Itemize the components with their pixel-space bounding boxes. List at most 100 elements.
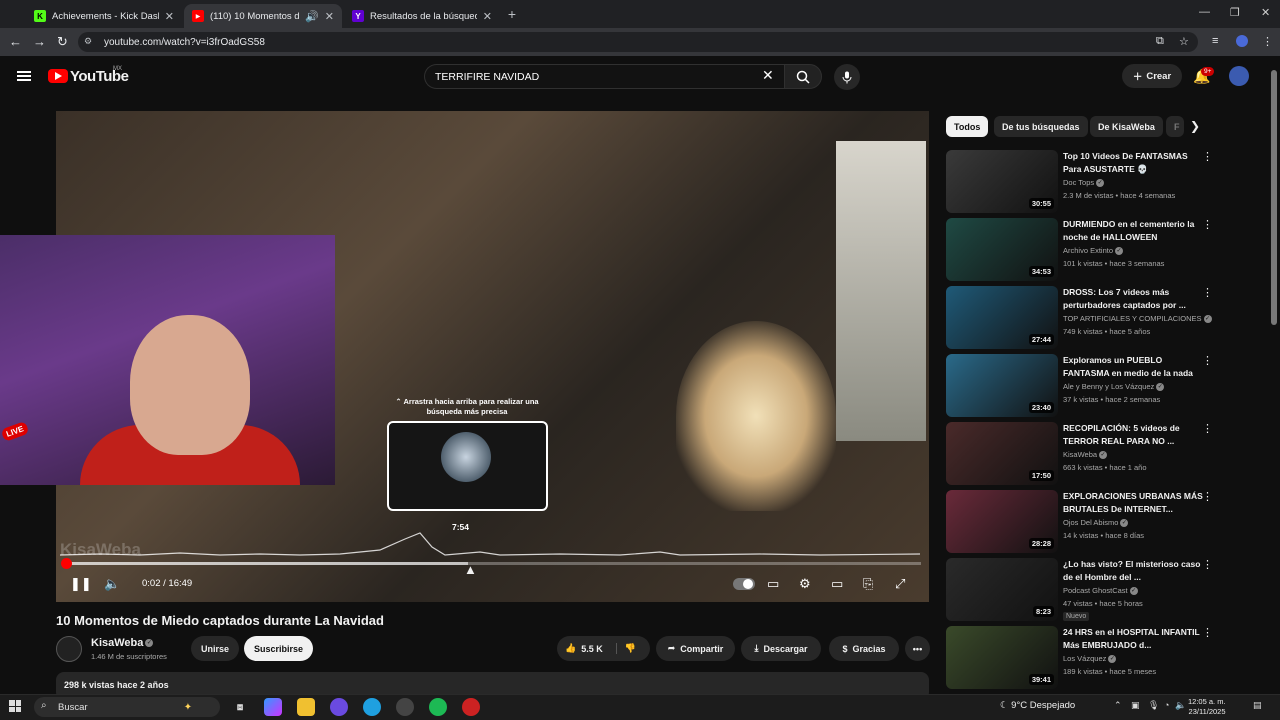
video-thumbnail[interactable]: 30:55: [946, 150, 1058, 213]
join-button[interactable]: Unirse: [191, 636, 239, 661]
recommended-video[interactable]: 30:55 Top 10 Videos De FANTASMAS Para ASU…: [946, 150, 1266, 214]
more-options-icon[interactable]: ⋮: [1202, 218, 1213, 231]
more-options-icon[interactable]: ⋮: [1202, 626, 1213, 639]
recommended-video[interactable]: 28:28 EXPLORACIONES URBANAS MÁS BRUTALES …: [946, 490, 1266, 554]
recommended-channel[interactable]: Podcast GhostCast ✓: [1063, 586, 1138, 596]
recommended-title[interactable]: 24 HRS en el HOSPITAL INFANTIL Más EMBRU…: [1063, 626, 1203, 652]
audio-icon[interactable]: 🔊: [305, 10, 319, 23]
notification-center-icon[interactable]: ▤: [1253, 700, 1262, 711]
recommended-title[interactable]: DROSS: Los 7 videos más perturbadores ca…: [1063, 286, 1203, 312]
recommended-channel[interactable]: Archivo Extinto ✓: [1063, 246, 1124, 256]
edge-icon[interactable]: [363, 698, 381, 716]
autoplay-toggle[interactable]: [733, 578, 755, 590]
copilot-icon[interactable]: [264, 698, 282, 716]
recommended-video[interactable]: 8:23 ¿Lo has visto? El misterioso caso de…: [946, 558, 1266, 622]
recommended-channel[interactable]: Doc Tops ✓: [1063, 178, 1105, 188]
voice-search-button[interactable]: [834, 64, 860, 90]
install-app-icon[interactable]: ⧉: [1156, 35, 1164, 48]
spotify-icon[interactable]: [429, 698, 447, 716]
tab-yahoo-search[interactable]: Y Resultados de la búsqueda de ✕: [344, 4, 500, 28]
fullscreen-icon[interactable]: ⤢: [895, 576, 905, 592]
recommended-title[interactable]: ¿Lo has visto? El misterioso caso de el …: [1063, 558, 1203, 584]
video-thumbnail[interactable]: 23:40: [946, 354, 1058, 417]
recommended-channel[interactable]: Ojos Del Abismo ✓: [1063, 518, 1129, 528]
clear-search-icon[interactable]: ✕: [762, 67, 774, 84]
chip-de-tus-busquedas[interactable]: De tus búsquedas: [994, 116, 1088, 137]
recommended-channel[interactable]: KisaWeba ✓: [1063, 450, 1108, 460]
chip-partial[interactable]: F: [1166, 116, 1184, 137]
browser-menu-icon[interactable]: ⋮: [1262, 35, 1273, 48]
more-options-icon[interactable]: ⋮: [1202, 286, 1213, 299]
recommended-video[interactable]: 27:44 DROSS: Los 7 videos más perturbador…: [946, 286, 1266, 350]
video-thumbnail[interactable]: 34:53: [946, 218, 1058, 281]
chevron-right-icon[interactable]: ❯: [1190, 119, 1200, 133]
speaker-tray-icon[interactable]: 🔈: [1175, 700, 1186, 711]
pause-icon[interactable]: ❚❚: [70, 576, 92, 592]
chrome-icon[interactable]: [396, 698, 414, 716]
recommended-channel[interactable]: Ale y Benny y Los Vázquez ✓: [1063, 382, 1165, 392]
video-thumbnail[interactable]: 27:44: [946, 286, 1058, 349]
app-icon-red[interactable]: [462, 698, 480, 716]
back-icon[interactable]: ←: [9, 34, 22, 49]
recommended-channel[interactable]: TOP ARTIFICIALES Y COMPILACIONES ✓: [1063, 314, 1212, 324]
more-options-icon[interactable]: ⋮: [1202, 490, 1213, 503]
settings-gear-icon[interactable]: ⚙: [799, 576, 811, 592]
youtube-logo-icon[interactable]: [48, 69, 68, 83]
recommended-video[interactable]: 34:53 DURMIENDO en el cementerio la noche…: [946, 218, 1266, 282]
subscribe-button[interactable]: Suscribirse: [244, 636, 313, 661]
scrubber-handle[interactable]: [61, 558, 72, 569]
tray-app-icon[interactable]: ▣: [1131, 700, 1140, 711]
thanks-button[interactable]: $ Gracias: [829, 636, 899, 661]
tray-chevron-icon[interactable]: ⌃: [1114, 700, 1122, 711]
like-count[interactable]: 5.5 K: [581, 644, 603, 654]
account-avatar[interactable]: [1229, 66, 1249, 86]
channel-name[interactable]: KisaWeba ✓: [91, 637, 154, 649]
more-options-icon[interactable]: ⋮: [1202, 150, 1213, 163]
address-bar[interactable]: youtube.com/watch?v=i3frOadGS58: [78, 32, 1198, 52]
tab-youtube-video[interactable]: ▶ (110) 10 Momentos de Mie 🔊 ✕: [184, 4, 342, 28]
like-icon[interactable]: 👍: [565, 643, 576, 654]
restore-icon[interactable]: ❐: [1230, 6, 1240, 19]
new-tab-button[interactable]: +: [504, 6, 520, 22]
scrollbar-thumb[interactable]: [1271, 70, 1277, 325]
app-icon[interactable]: [330, 698, 348, 716]
recommended-video[interactable]: 23:40 Exploramos un PUEBLO FANTASMA en me…: [946, 354, 1266, 418]
reload-icon[interactable]: ↻: [57, 34, 68, 50]
close-icon[interactable]: ✕: [325, 10, 334, 23]
copilot-sparkle-icon[interactable]: ✦: [179, 698, 197, 716]
weather-widget[interactable]: ☾ 9°C Despejado: [1000, 700, 1075, 711]
video-thumbnail[interactable]: 39:41: [946, 626, 1058, 689]
video-thumbnail[interactable]: 8:23: [946, 558, 1058, 621]
channel-avatar[interactable]: [56, 636, 82, 662]
recommended-title[interactable]: Top 10 Videos De FANTASMAS Para ASUSTART…: [1063, 150, 1203, 176]
close-icon[interactable]: ✕: [165, 10, 174, 23]
video-thumbnail[interactable]: 28:28: [946, 490, 1058, 553]
tab-kick-dashboard[interactable]: K Achievements - Kick Dashboard ✕: [26, 4, 182, 28]
close-icon[interactable]: ✕: [483, 10, 492, 23]
windows-start-icon[interactable]: [9, 700, 21, 712]
recommended-video[interactable]: 17:50 RECOPILACIÓN: 5 videos de TERROR RE…: [946, 422, 1266, 486]
menu-hamburger-icon[interactable]: [17, 71, 31, 81]
media-controls-icon[interactable]: ≡: [1212, 35, 1218, 47]
volume-icon[interactable]: 🔈: [104, 576, 120, 592]
site-info-icon[interactable]: ⚙: [84, 36, 96, 48]
taskbar-clock[interactable]: 12:05 a. m. 23/11/2025: [1188, 697, 1226, 717]
forward-icon[interactable]: →: [33, 34, 46, 49]
more-actions-icon[interactable]: •••: [905, 636, 930, 661]
chip-todos[interactable]: Todos: [946, 116, 989, 137]
share-button[interactable]: ➦ Compartir: [656, 636, 735, 661]
profile-avatar[interactable]: [1236, 35, 1248, 47]
recommended-title[interactable]: RECOPILACIÓN: 5 videos de TERROR REAL PA…: [1063, 422, 1203, 448]
minimize-icon[interactable]: —: [1199, 6, 1210, 18]
recommended-title[interactable]: Exploramos un PUEBLO FANTASMA en medio d…: [1063, 354, 1203, 380]
chip-de-kisaweba[interactable]: De KisaWeba: [1090, 116, 1163, 137]
create-button[interactable]: ＋ Crear: [1122, 64, 1182, 88]
subtitles-icon[interactable]: ▭: [767, 576, 779, 592]
search-button[interactable]: [784, 64, 822, 89]
more-options-icon[interactable]: ⋮: [1202, 558, 1213, 571]
recommended-title[interactable]: EXPLORACIONES URBANAS MÁS BRUTALES De IN…: [1063, 490, 1203, 516]
mic-tray-icon[interactable]: 🎙: [1148, 700, 1159, 711]
recommended-video[interactable]: 39:41 24 HRS en el HOSPITAL INFANTIL Más …: [946, 626, 1266, 690]
task-view-icon[interactable]: ⧈: [231, 698, 249, 716]
recommended-channel[interactable]: Los Vázquez ✓: [1063, 654, 1117, 664]
